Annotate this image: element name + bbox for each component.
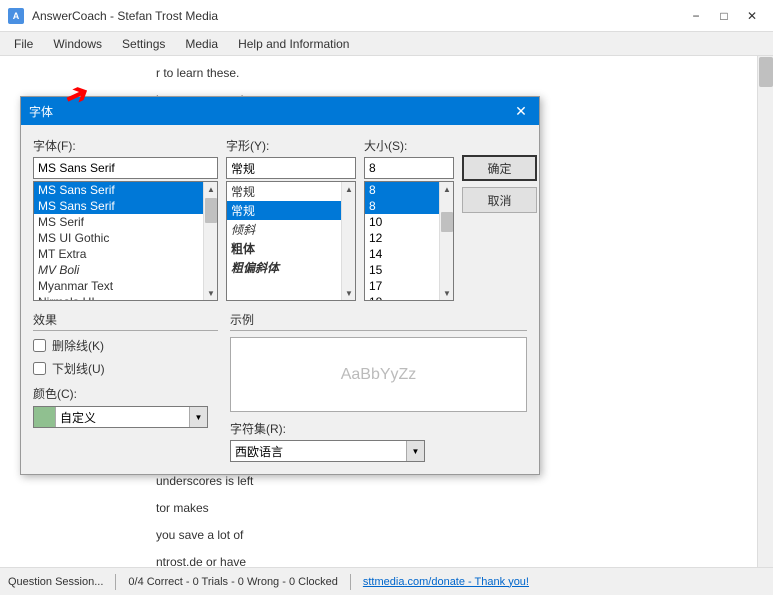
color-dropdown[interactable]: 自定义 ▼ (33, 406, 208, 428)
cancel-button[interactable]: 取消 (462, 187, 537, 213)
color-dropdown-arrow[interactable]: ▼ (189, 407, 207, 427)
font-style-input[interactable]: 常规 (226, 157, 356, 179)
minimize-button[interactable]: − (683, 6, 709, 26)
list-item[interactable]: 15 (365, 262, 439, 278)
help-para-18: you save a lot of (156, 526, 737, 545)
menu-bar: File Windows Settings Media Help and Inf… (0, 32, 773, 56)
list-item[interactable]: 常规 (227, 182, 341, 201)
menu-help[interactable]: Help and Information (228, 33, 359, 55)
status-divider-2 (350, 574, 351, 590)
font-name-label: 字体(F): (33, 137, 218, 154)
font-size-label: 大小(S): (364, 137, 454, 154)
dialog-titlebar: 字体 ✕ (21, 97, 539, 125)
list-item[interactable]: 粗偏斜体 (227, 258, 341, 277)
font-name-input[interactable]: MS Sans Serif (33, 157, 218, 179)
preview-text: AaBbYyZz (341, 366, 417, 384)
list-item[interactable]: 17 (365, 278, 439, 294)
charset-label: 字符集(R): (230, 420, 527, 437)
window-controls: − □ ✕ (683, 6, 765, 26)
strikeout-checkbox[interactable] (33, 339, 46, 352)
list-item[interactable]: MS Sans Serif (34, 198, 203, 214)
list-item[interactable]: MS Sans Serif (34, 182, 203, 198)
close-button[interactable]: ✕ (739, 6, 765, 26)
list-item[interactable]: MS Serif (34, 214, 203, 230)
list-item[interactable]: 倾斜 (227, 220, 341, 239)
help-para-19: ntrost.de or have (156, 553, 737, 567)
font-style-label: 字形(Y): (226, 137, 356, 154)
list-item[interactable]: 8 (365, 182, 439, 198)
status-score: 0/4 Correct - 0 Trials - 0 Wrong - 0 Clo… (128, 576, 337, 588)
help-para-1: r to learn these. (156, 64, 737, 83)
menu-settings[interactable]: Settings (112, 33, 175, 55)
main-area: r to learn these. ion as answered ur lea… (0, 56, 773, 567)
menu-windows[interactable]: Windows (43, 33, 112, 55)
underline-checkbox[interactable] (33, 362, 46, 375)
list-item[interactable]: 14 (365, 246, 439, 262)
help-para-17: tor makes (156, 499, 737, 518)
list-item[interactable]: 10 (365, 214, 439, 230)
list-item[interactable]: 常规 (227, 201, 341, 220)
list-item[interactable]: Myanmar Text (34, 278, 203, 294)
font-name-column: 字体(F): MS Sans Serif MS Sans Serif MS Sa… (33, 137, 218, 301)
color-label: 颜色(C): (33, 385, 218, 402)
charset-dropdown-arrow[interactable]: ▼ (406, 441, 424, 461)
charset-section: 字符集(R): 西欧语言 ▼ (230, 420, 527, 462)
maximize-button[interactable]: □ (711, 6, 737, 26)
list-item[interactable]: MT Extra (34, 246, 203, 262)
status-divider-1 (115, 574, 116, 590)
list-item[interactable]: MS UI Gothic (34, 230, 203, 246)
list-item[interactable]: MV Boli (34, 262, 203, 278)
window-title: AnswerCoach - Stefan Trost Media (32, 9, 218, 23)
preview-label: 示例 (230, 311, 527, 331)
font-style-list[interactable]: 常规 常规 倾斜 粗体 粗偏斜体 ▲ ▼ (226, 181, 356, 301)
font-style-column: 字形(Y): 常规 常规 常规 倾斜 粗体 粗偏斜体 ▲ ▼ (226, 137, 356, 301)
preview-box: AaBbYyZz (230, 337, 527, 412)
dialog-actions: 确定 取消 (462, 137, 537, 301)
list-item[interactable]: 粗体 (227, 239, 341, 258)
charset-value: 西欧语言 (231, 443, 406, 460)
list-item[interactable]: 12 (365, 230, 439, 246)
ok-button[interactable]: 确定 (462, 155, 537, 181)
list-item[interactable]: Nirmala UI (34, 294, 203, 300)
preview-column: 示例 AaBbYyZz 字符集(R): 西欧语言 ▼ (230, 311, 527, 462)
app-icon: A (8, 8, 24, 24)
scrollbar[interactable] (757, 56, 773, 567)
list-item[interactable]: 18 (365, 294, 439, 300)
dialog-title: 字体 (29, 103, 53, 120)
effects-column: 效果 删除线(K) 下划线(U) 颜色(C): 自定义 (33, 311, 218, 462)
dialog-close-button[interactable]: ✕ (511, 102, 531, 120)
color-swatch (34, 407, 56, 427)
status-bar: Question Session... 0/4 Correct - 0 Tria… (0, 567, 773, 595)
underline-label: 下划线(U) (52, 360, 105, 377)
menu-media[interactable]: Media (175, 33, 228, 55)
list-item[interactable]: 8 (365, 198, 439, 214)
effects-label: 效果 (33, 311, 218, 331)
menu-file[interactable]: File (4, 33, 43, 55)
font-size-list[interactable]: 8 8 10 12 14 15 17 18 ▲ ▼ (364, 181, 454, 301)
font-size-column: 大小(S): 8 8 8 10 12 14 15 17 18 (364, 137, 454, 301)
scrollbar-thumb[interactable] (759, 57, 773, 87)
color-value: 自定义 (56, 409, 189, 426)
charset-dropdown[interactable]: 西欧语言 ▼ (230, 440, 425, 462)
font-size-input[interactable]: 8 (364, 157, 454, 179)
status-donate[interactable]: sttmedia.com/donate - Thank you! (363, 576, 529, 588)
font-dialog: 字体 ✕ 字体(F): MS Sans Serif MS Sans Serif … (20, 96, 540, 475)
title-bar: A AnswerCoach - Stefan Trost Media − □ ✕ (0, 0, 773, 32)
font-name-list[interactable]: MS Sans Serif MS Sans Serif MS Serif MS … (33, 181, 218, 301)
strikeout-label: 删除线(K) (52, 337, 104, 354)
status-session: Question Session... (8, 576, 103, 588)
